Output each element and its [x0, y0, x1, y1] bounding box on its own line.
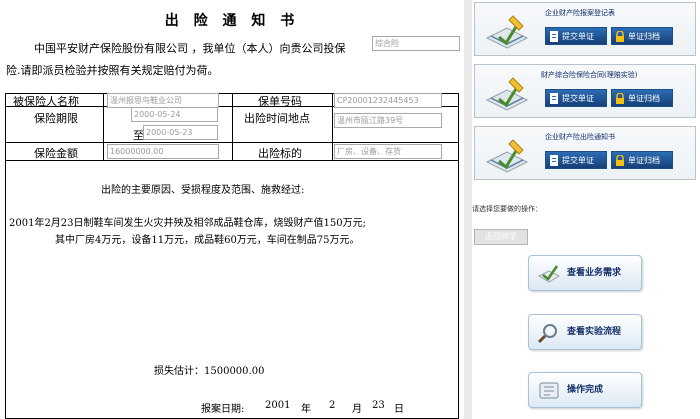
intro-line-1: 中国平安财产保险股份有限公司 ，我单位（本人）向贵公司投保 — [34, 42, 346, 55]
lock-icon — [616, 31, 624, 42]
card-insurance-contract: 财产综合险保险合同(理赔实验) 提交单证 单证归档 — [474, 64, 696, 118]
insurance-period-label: 保险期限 — [34, 112, 78, 125]
policy-number-input[interactable]: CP20001232445453 — [334, 93, 442, 108]
complete-icon — [539, 382, 559, 399]
magnifier-icon — [537, 324, 557, 344]
policy-type-input[interactable]: 综合险 — [372, 36, 460, 51]
period-end-input[interactable]: 2000-05-23 — [143, 125, 218, 140]
report-date-label: 报案日期: — [201, 404, 245, 415]
card-title: 企业财产险出险通知书 — [545, 133, 615, 141]
report-day: 23 — [372, 400, 385, 411]
notice-form-table: 被保险人名称 温州报恩鸟鞋业公司 保单号码 CP20001232445453 保… — [5, 93, 459, 419]
insured-amount-label: 保险金额 — [34, 147, 78, 160]
card-report-registration: 企业财产险报案登记表 提交单证 单证归档 — [474, 2, 696, 56]
report-year-unit: 年 — [301, 404, 311, 415]
lock-icon — [616, 155, 624, 166]
incident-time-place-label: 出险时间地点 — [244, 112, 310, 125]
incident-place-input[interactable]: 温州市瓯江路39号 — [334, 113, 442, 128]
operation-complete-button[interactable]: 操作完成 — [528, 372, 642, 408]
report-month-unit: 月 — [352, 404, 362, 415]
loss-estimate: 损失估计：1500000.00 — [154, 366, 265, 377]
document-icon — [550, 31, 558, 42]
document-icon — [550, 93, 558, 104]
archive-documents-button[interactable]: 单证归档 — [611, 151, 673, 169]
report-year: 2001 — [265, 400, 291, 411]
notice-document: 出 险 通 知 书 中国平安财产保险股份有限公司 ，我单位（本人）向贵公司投保 … — [0, 0, 464, 419]
submit-documents-button[interactable]: 提交单证 — [545, 89, 607, 107]
document-icon — [550, 155, 558, 166]
document-title: 出 险 通 知 书 — [164, 13, 300, 29]
sidebar-panel: 企业财产险报案登记表 提交单证 单证归档 财产综合险保险合同(理赔实验) 提交单… — [472, 0, 700, 419]
insured-amount-input[interactable]: 16000000.00 — [107, 144, 219, 159]
period-start-input[interactable]: 2000-05-24 — [131, 107, 218, 122]
insured-name-label: 被保险人名称 — [13, 95, 79, 108]
checkmark-icon — [537, 265, 561, 283]
card-title: 财产综合险保险合同(理赔实验) — [541, 71, 638, 79]
narrative-line-2: 其中厂房4万元，设备11万元，成品鞋60万元，车间在制品75万元。 — [55, 235, 360, 246]
view-requirements-button[interactable]: 查看业务需求 — [528, 255, 642, 291]
operation-prompt: 请选择您要做的操作： — [472, 205, 542, 213]
lock-icon — [616, 93, 624, 104]
narrative-line-1: 2001年2月23日制鞋车间发生火灾并殃及相邻成品鞋仓库，烧毁财产值150万元; — [9, 218, 366, 229]
incident-subject-label: 出险标的 — [258, 147, 302, 160]
panel-divider — [464, 0, 472, 419]
submit-documents-button[interactable]: 提交单证 — [545, 151, 607, 169]
policy-number-label: 保单号码 — [258, 95, 302, 108]
card-incident-notice: 企业财产险出险通知书 提交单证 单证归档 — [474, 126, 696, 180]
insured-name-input[interactable]: 温州报恩鸟鞋业公司 — [107, 93, 219, 108]
incident-subject-input[interactable]: 厂房、设备、存货 — [334, 144, 442, 159]
cause-section-heading: 出险的主要原因、受损程度及范围、施救经过: — [101, 185, 305, 196]
document-pencil-icon — [485, 15, 529, 49]
intro-line-2: 险.请即派员检验并按照有关规定赔付为荷。 — [6, 64, 219, 77]
report-day-unit: 日 — [394, 404, 404, 415]
document-pencil-icon — [485, 139, 529, 173]
archive-documents-button[interactable]: 单证归档 — [611, 27, 673, 45]
submit-documents-button[interactable]: 提交单证 — [545, 27, 607, 45]
document-pencil-icon — [485, 77, 529, 111]
card-title: 企业财产险报案登记表 — [545, 9, 615, 17]
view-workflow-button[interactable]: 查看实验流程 — [528, 314, 642, 350]
back-button[interactable]: 返回师学 — [474, 229, 528, 245]
report-month: 2 — [329, 400, 336, 411]
archive-documents-button[interactable]: 单证归档 — [611, 89, 673, 107]
